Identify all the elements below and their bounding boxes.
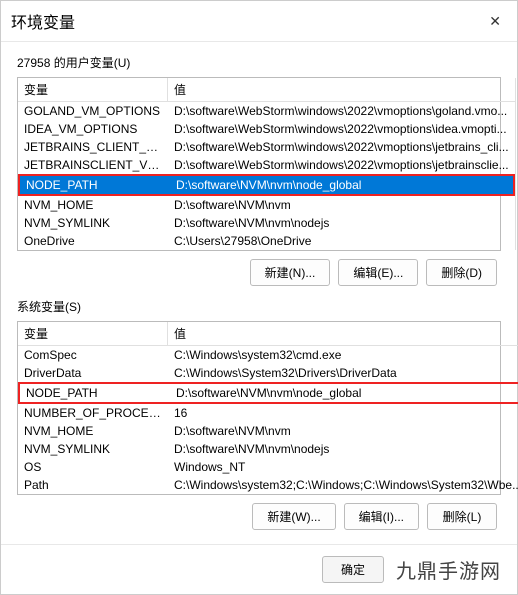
cell-val: D:\software\WebStorm\windows\2022\vmopti… — [168, 120, 515, 138]
ok-button[interactable]: 确定 — [322, 556, 384, 583]
user-header-val[interactable]: 值 — [168, 78, 515, 101]
dialog-content: 27958 的用户变量(U) 变量 值 GOLAND_VM_OPTIONSD:\… — [1, 42, 517, 544]
system-buttons: 新建(W)... 编辑(I)... 删除(L) — [17, 495, 501, 540]
cell-val: C:\Windows\System32\Drivers\DriverData — [168, 364, 518, 382]
watermark-text: 九鼎手游网 — [396, 555, 501, 584]
table-row[interactable]: NVM_HOMED:\software\NVM\nvm — [18, 422, 518, 440]
user-buttons: 新建(N)... 编辑(E)... 删除(D) — [17, 251, 501, 296]
cell-val: D:\software\NVM\nvm — [168, 196, 515, 214]
user-edit-button[interactable]: 编辑(E)... — [338, 259, 418, 286]
table-row[interactable]: JETBRAINSCLIENT_VM_OP...D:\software\WebS… — [18, 156, 515, 174]
cell-var: NODE_PATH — [20, 384, 170, 402]
cell-var: OneDrive — [18, 232, 168, 250]
table-row[interactable]: OSWindows_NT — [18, 458, 518, 476]
cell-val: D:\software\NVM\nvm\nodejs — [168, 440, 518, 458]
cell-val: 16 — [168, 404, 518, 422]
dialog-title: 环境变量 — [11, 9, 75, 33]
cell-var: ComSpec — [18, 346, 168, 364]
cell-var: NVM_HOME — [18, 196, 168, 214]
cell-var: NVM_HOME — [18, 422, 168, 440]
user-vars-label: 27958 的用户变量(U) — [17, 54, 501, 71]
cell-var: JETBRAINSCLIENT_VM_OP... — [18, 156, 168, 174]
cell-val: D:\software\NVM\nvm\node_global — [170, 384, 518, 402]
table-row[interactable]: NODE_PATHD:\software\NVM\nvm\node_global — [18, 382, 518, 404]
titlebar: 环境变量 ✕ — [1, 1, 517, 42]
cell-val: D:\software\NVM\nvm — [168, 422, 518, 440]
close-icon[interactable]: ✕ — [483, 11, 507, 32]
cell-var: NVM_SYMLINK — [18, 214, 168, 232]
user-header-var[interactable]: 变量 — [18, 78, 168, 101]
cell-val: Windows_NT — [168, 458, 518, 476]
user-vars-table: 变量 值 GOLAND_VM_OPTIONSD:\software\WebSto… — [17, 77, 501, 251]
cell-var: NUMBER_OF_PROCESSORS — [18, 404, 168, 422]
table-row[interactable]: NODE_PATHD:\software\NVM\nvm\node_global — [18, 174, 515, 196]
system-vars-label: 系统变量(S) — [17, 298, 501, 315]
cell-val: C:\Windows\system32;C:\Windows;C:\Window… — [168, 476, 518, 494]
table-row[interactable]: NVM_HOMED:\software\NVM\nvm — [18, 196, 515, 214]
table-row[interactable]: ComSpecC:\Windows\system32\cmd.exe — [18, 346, 518, 364]
table-row[interactable]: IDEA_VM_OPTIONSD:\software\WebStorm\wind… — [18, 120, 515, 138]
user-delete-button[interactable]: 删除(D) — [426, 259, 497, 286]
cell-var: Path — [18, 476, 168, 494]
cell-var: JETBRAINS_CLIENT_VM_O... — [18, 138, 168, 156]
cell-val: D:\software\NVM\nvm\nodejs — [168, 214, 515, 232]
env-vars-dialog: 环境变量 ✕ 27958 的用户变量(U) 变量 值 GOLAND_VM_OPT… — [0, 0, 518, 595]
cell-var: OS — [18, 458, 168, 476]
table-row[interactable]: JETBRAINS_CLIENT_VM_O...D:\software\WebS… — [18, 138, 515, 156]
cell-val: C:\Windows\system32\cmd.exe — [168, 346, 518, 364]
cell-val: D:\software\NVM\nvm\node_global — [170, 176, 513, 194]
table-row[interactable]: NUMBER_OF_PROCESSORS16 — [18, 404, 518, 422]
user-table-body: GOLAND_VM_OPTIONSD:\software\WebStorm\wi… — [18, 102, 515, 250]
cell-val: D:\software\WebStorm\windows\2022\vmopti… — [168, 138, 515, 156]
dialog-footer: 确定 九鼎手游网 — [1, 544, 517, 594]
system-header-val[interactable]: 值 — [168, 322, 518, 345]
system-table-header: 变量 值 — [18, 322, 518, 346]
system-header-var[interactable]: 变量 — [18, 322, 168, 345]
system-vars-table: 变量 值 ComSpecC:\Windows\system32\cmd.exeD… — [17, 321, 501, 495]
table-row[interactable]: NVM_SYMLINKD:\software\NVM\nvm\nodejs — [18, 214, 515, 232]
user-scrollbar[interactable] — [515, 78, 516, 250]
cell-var: IDEA_VM_OPTIONS — [18, 120, 168, 138]
table-row[interactable]: GOLAND_VM_OPTIONSD:\software\WebStorm\wi… — [18, 102, 515, 120]
cell-var: NVM_SYMLINK — [18, 440, 168, 458]
system-table-body: ComSpecC:\Windows\system32\cmd.exeDriver… — [18, 346, 518, 494]
table-row[interactable]: OneDriveC:\Users\27958\OneDrive — [18, 232, 515, 250]
cell-val: C:\Users\27958\OneDrive — [168, 232, 515, 250]
cell-val: D:\software\WebStorm\windows\2022\vmopti… — [168, 156, 515, 174]
system-new-button[interactable]: 新建(W)... — [252, 503, 335, 530]
table-row[interactable]: PathC:\Windows\system32;C:\Windows;C:\Wi… — [18, 476, 518, 494]
table-row[interactable]: DriverDataC:\Windows\System32\Drivers\Dr… — [18, 364, 518, 382]
cell-var: DriverData — [18, 364, 168, 382]
user-table-header: 变量 值 — [18, 78, 515, 102]
user-new-button[interactable]: 新建(N)... — [250, 259, 331, 286]
system-edit-button[interactable]: 编辑(I)... — [344, 503, 419, 530]
cell-val: D:\software\WebStorm\windows\2022\vmopti… — [168, 102, 515, 120]
table-row[interactable]: NVM_SYMLINKD:\software\NVM\nvm\nodejs — [18, 440, 518, 458]
system-delete-button[interactable]: 删除(L) — [427, 503, 497, 530]
cell-var: GOLAND_VM_OPTIONS — [18, 102, 168, 120]
cell-var: NODE_PATH — [20, 176, 170, 194]
